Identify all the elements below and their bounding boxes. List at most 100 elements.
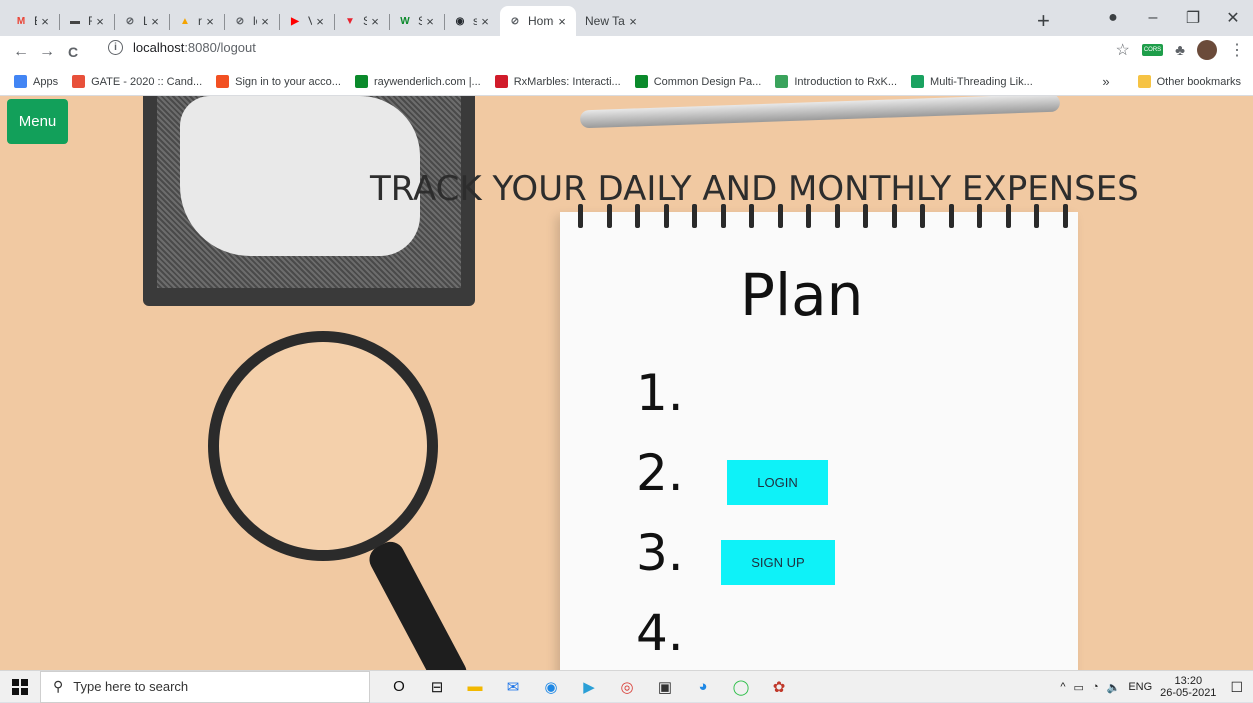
tab-close-icon[interactable]: × — [202, 14, 218, 29]
bookmark-label: Common Design Pa... — [653, 75, 762, 88]
tab-close-icon[interactable]: × — [422, 14, 438, 29]
taskbar-app-icon[interactable]: ⊟ — [418, 678, 456, 696]
youtube-icon: ▶ — [291, 15, 299, 27]
tab-close-icon[interactable]: × — [257, 14, 273, 29]
tab-close-icon[interactable]: × — [147, 14, 163, 29]
bookmark-item[interactable]: Apps — [14, 75, 58, 88]
bookmark-favicon-icon — [14, 75, 27, 88]
page-title: TRACK YOUR DAILY AND MONTHLY EXPENSES — [370, 169, 1139, 209]
language-indicator[interactable]: ENG — [1128, 681, 1152, 693]
tab-4[interactable]: ⊘localho× — [225, 6, 279, 36]
taskbar-search[interactable]: ⚲ Type here to search — [40, 670, 370, 703]
tab-1[interactable]: ▬Routes× — [60, 6, 114, 36]
other-bookmarks-label: Other bookmarks — [1156, 75, 1241, 88]
reload-button[interactable]: C — [60, 44, 86, 60]
tab-close-icon[interactable]: × — [92, 14, 108, 29]
tab-title: New Tab — [585, 14, 625, 28]
tab-close-icon[interactable]: × — [554, 14, 570, 29]
bookmark-label: GATE - 2020 :: Cand... — [91, 75, 203, 88]
taskbar-search-placeholder: Type here to search — [73, 679, 189, 694]
taskbar-app-icon[interactable]: O — [380, 678, 418, 696]
wifi-icon[interactable]: ◔ — [1092, 681, 1099, 693]
bookmark-item[interactable]: Sign in to your acco... — [216, 75, 341, 88]
image-text-4: 4. — [636, 604, 684, 662]
tab-close-icon[interactable]: × — [312, 14, 328, 29]
menu-button[interactable]: Menu — [7, 99, 68, 144]
taskbar-app-icon[interactable]: ▶ — [570, 678, 608, 696]
bookmark-item[interactable]: Introduction to RxK... — [775, 75, 897, 88]
extensions-icon[interactable]: ♣ — [1175, 42, 1185, 59]
globe-icon: ⊘ — [125, 15, 135, 27]
bookmark-favicon-icon — [216, 75, 230, 88]
notification-icon[interactable]: ☐ — [1230, 679, 1243, 696]
start-button[interactable] — [0, 678, 40, 695]
taskbar-app-icon[interactable]: ▬ — [456, 678, 494, 696]
browser-menu-icon[interactable]: ⋮ — [1229, 40, 1245, 60]
globe-icon: ⊘ — [510, 15, 520, 27]
tab-6[interactable]: ▼SQL In× — [335, 6, 389, 36]
new-tab-button[interactable]: + — [1037, 8, 1050, 34]
tab-7[interactable]: WSQL IN× — [390, 6, 444, 36]
bookmark-item[interactable]: RxMarbles: Interacti... — [494, 75, 621, 88]
close-window-button[interactable]: ✕ — [1213, 8, 1253, 28]
tab-8[interactable]: ◉shekha× — [445, 6, 499, 36]
tab-strip: MExpens×▬Routes×⊘Login |×▲remote×⊘localh… — [0, 0, 1253, 36]
tab-close-icon[interactable]: × — [37, 14, 53, 29]
toolbar-actions: ☆ CORS ♣ ⋮ — [1115, 40, 1245, 60]
bookmark-star-icon[interactable]: ☆ — [1115, 40, 1129, 60]
taskbar-app-icon[interactable]: ◉ — [532, 678, 570, 696]
volume-icon[interactable]: 🔈 — [1107, 681, 1121, 694]
tab-5[interactable]: ▶VMwar× — [280, 6, 334, 36]
window-controls: ● – ❐ ✕ — [1093, 0, 1253, 36]
bookmark-item[interactable]: Multi-Threading Lik... — [911, 75, 1033, 88]
image-text-plan: Plan — [740, 261, 864, 329]
battery-icon[interactable]: ▭ — [1074, 681, 1084, 694]
signup-button[interactable]: SIGN UP — [721, 540, 835, 585]
restore-button[interactable]: ❐ — [1173, 8, 1213, 28]
tray-chevron-icon[interactable]: ^ — [1060, 681, 1065, 693]
taskbar-app-icon[interactable]: ◯ — [722, 678, 760, 696]
taskbar-app-icon[interactable]: ◎ — [608, 678, 646, 696]
forward-button[interactable]: → — [34, 43, 60, 61]
address-bar[interactable]: i localhost:8080/logout — [108, 40, 256, 55]
routes-icon: ▬ — [70, 15, 80, 27]
taskbar-app-icon[interactable]: ▣ — [646, 678, 684, 696]
cors-extension-icon[interactable]: CORS — [1141, 44, 1164, 56]
login-button[interactable]: LOGIN — [727, 460, 828, 505]
tab-3[interactable]: ▲remote× — [170, 6, 224, 36]
taskbar-app-icon[interactable]: ✿ — [760, 678, 798, 696]
bookmark-item[interactable]: GATE - 2020 :: Cand... — [72, 75, 202, 88]
sql-icon: ▼ — [345, 15, 355, 27]
remote-icon: ▲ — [180, 15, 190, 27]
tab-close-icon[interactable]: × — [367, 14, 383, 29]
bookmark-favicon-icon — [494, 75, 508, 88]
back-button[interactable]: ← — [8, 43, 34, 61]
tab-2[interactable]: ⊘Login |× — [115, 6, 169, 36]
folder-icon — [1137, 75, 1151, 88]
bookmark-label: Multi-Threading Lik... — [930, 75, 1033, 88]
bookmark-favicon-icon — [354, 75, 368, 88]
site-info-icon[interactable]: i — [108, 40, 123, 55]
bg-magnifier-handle — [364, 536, 472, 670]
bg-pen — [579, 96, 1061, 129]
bookmark-label: raywenderlich.com |... — [373, 75, 481, 88]
bookmarks-overflow-button[interactable]: » — [1102, 74, 1109, 89]
other-bookmarks-folder[interactable]: Other bookmarks — [1137, 75, 1241, 88]
tab-close-icon[interactable]: × — [477, 14, 493, 29]
windows-icon — [12, 678, 28, 695]
profile-icon[interactable]: ● — [1093, 9, 1133, 27]
address-host: localhost — [133, 40, 185, 55]
bookmark-item[interactable]: raywenderlich.com |... — [354, 75, 481, 88]
clock[interactable]: 13:20 26-05-2021 — [1160, 675, 1216, 699]
taskbar-app-icon[interactable]: ◕ — [684, 678, 722, 696]
tab-close-icon[interactable]: × — [625, 14, 641, 29]
minimize-button[interactable]: – — [1133, 9, 1173, 27]
tab-0[interactable]: MExpens× — [6, 6, 59, 36]
image-text-3: 3. — [636, 524, 684, 582]
tab-10[interactable]: New Tab× — [577, 6, 647, 36]
bookmark-item[interactable]: Common Design Pa... — [634, 75, 762, 88]
avatar[interactable] — [1197, 40, 1217, 60]
bookmark-favicon-icon — [911, 75, 925, 88]
tab-9[interactable]: ⊘ Home× — [500, 6, 576, 36]
taskbar-app-icon[interactable]: ✉ — [494, 678, 532, 696]
